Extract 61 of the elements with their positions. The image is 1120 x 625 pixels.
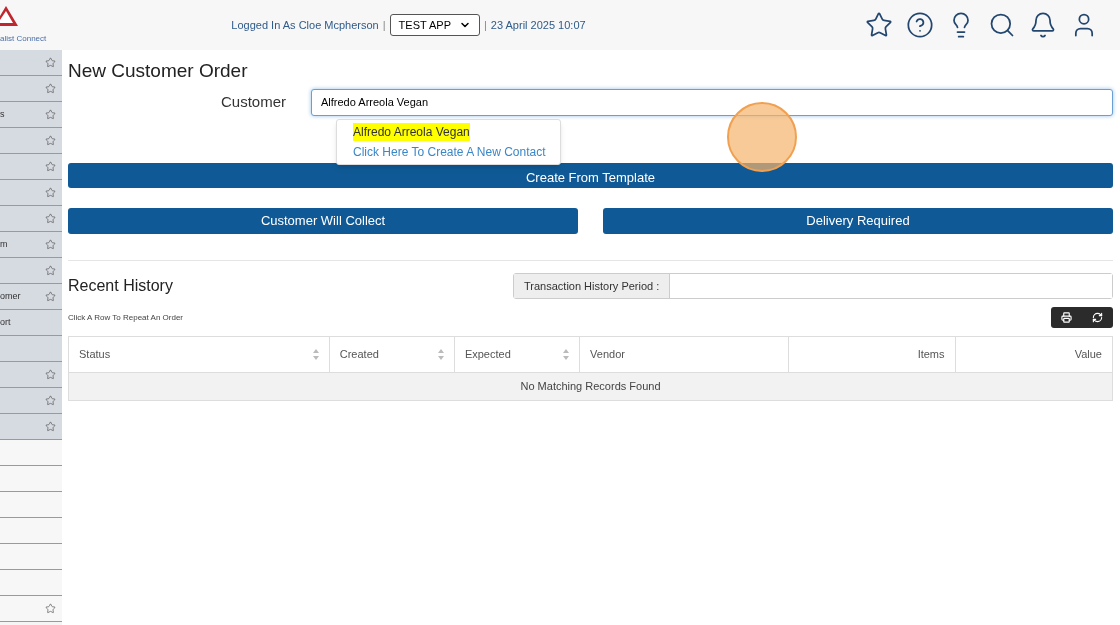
sidebar-item[interactable] bbox=[0, 362, 62, 388]
customer-will-collect-button[interactable]: Customer Will Collect bbox=[68, 208, 578, 234]
create-from-template-button[interactable]: Create From Template bbox=[68, 163, 1113, 188]
search-icon[interactable] bbox=[988, 11, 1016, 39]
sidebar-item[interactable] bbox=[0, 180, 62, 206]
separator: | bbox=[382, 17, 386, 33]
star-icon[interactable] bbox=[45, 187, 56, 198]
suggestion-item[interactable]: Alfredo Arreola Vegan bbox=[353, 123, 470, 141]
column-header: Vendor bbox=[580, 337, 789, 372]
star-icon[interactable] bbox=[45, 421, 56, 432]
star-icon[interactable] bbox=[45, 369, 56, 380]
star-icon[interactable] bbox=[45, 239, 56, 250]
app-select[interactable]: TEST APP bbox=[389, 14, 480, 36]
column-header[interactable]: Status bbox=[69, 337, 330, 372]
column-header[interactable]: Created bbox=[329, 337, 455, 372]
sidebar-item[interactable] bbox=[0, 154, 62, 180]
help-icon[interactable] bbox=[906, 11, 934, 39]
sidebar-item[interactable]: s bbox=[0, 102, 62, 128]
star-icon[interactable] bbox=[45, 291, 56, 302]
customer-label: Customer bbox=[219, 92, 287, 113]
logged-in-text: Logged In As Cloe Mcpherson bbox=[231, 17, 379, 33]
sidebar-item[interactable] bbox=[0, 258, 62, 284]
page-title: New Customer Order bbox=[68, 59, 249, 83]
star-icon[interactable] bbox=[45, 135, 56, 146]
sort-icon bbox=[437, 349, 444, 360]
column-header[interactable]: Expected bbox=[454, 337, 581, 372]
empty-table-message: No Matching Records Found bbox=[69, 373, 1112, 400]
suggestion-item[interactable]: Click Here To Create A New Contact bbox=[353, 143, 546, 161]
sidebar-item[interactable] bbox=[0, 414, 62, 440]
star-icon[interactable] bbox=[45, 265, 56, 276]
sort-icon bbox=[312, 349, 319, 360]
refresh-icon bbox=[1092, 312, 1103, 323]
hint-text: Click A Row To Repeat An Order bbox=[68, 311, 184, 324]
separator: | bbox=[483, 17, 487, 33]
sidebar-item[interactable] bbox=[0, 128, 62, 154]
star-icon[interactable] bbox=[45, 109, 56, 120]
sidebar-item[interactable] bbox=[0, 50, 62, 76]
sidebar-item[interactable] bbox=[0, 336, 62, 362]
datetime-text: 23 April 2025 10:07 bbox=[490, 17, 586, 33]
sidebar-item[interactable] bbox=[0, 76, 62, 102]
star-icon[interactable] bbox=[45, 83, 56, 94]
sidebar-item[interactable]: omer bbox=[0, 284, 62, 310]
sidebar-item[interactable]: ort bbox=[0, 310, 62, 336]
logo-caption: alist Connect bbox=[0, 33, 47, 45]
sidebar-item[interactable] bbox=[0, 388, 62, 414]
printer-icon bbox=[1061, 312, 1072, 323]
delivery-required-button[interactable]: Delivery Required bbox=[603, 208, 1113, 234]
column-header: Value bbox=[1073, 347, 1103, 363]
star-icon[interactable] bbox=[45, 161, 56, 172]
star-icon[interactable] bbox=[45, 603, 56, 614]
favorites-icon[interactable] bbox=[865, 11, 893, 39]
bell-icon[interactable] bbox=[1029, 11, 1057, 39]
star-icon[interactable] bbox=[45, 395, 56, 406]
column-header: Items bbox=[788, 337, 956, 372]
customer-field[interactable]: Alfredo Arreola Vegan bbox=[311, 89, 1113, 116]
section-title: Recent History bbox=[68, 276, 173, 296]
sidebar-item[interactable] bbox=[0, 206, 62, 232]
star-icon[interactable] bbox=[45, 57, 56, 68]
sidebar-item[interactable]: m bbox=[0, 232, 62, 258]
sort-icon bbox=[563, 349, 570, 360]
star-icon[interactable] bbox=[45, 213, 56, 224]
